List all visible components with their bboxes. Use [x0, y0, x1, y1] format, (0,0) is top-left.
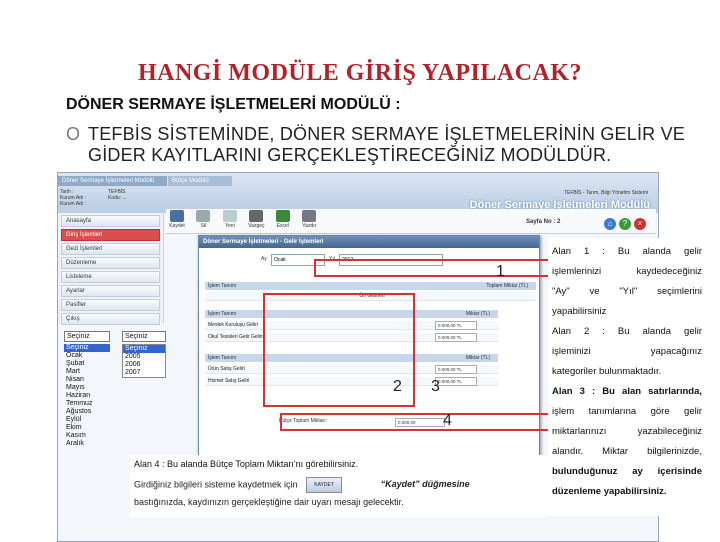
excel-icon	[275, 210, 290, 222]
close-icon[interactable]: ×	[634, 218, 646, 230]
zone-1-number: 1	[496, 263, 505, 280]
month-option[interactable]: Aralık	[64, 440, 110, 448]
new-icon	[222, 210, 237, 222]
print-button[interactable]: Yazdır	[300, 210, 318, 230]
cancel-button[interactable]: Vazgeç	[247, 210, 265, 230]
year-select[interactable]: Seçiniz Seçiniz 2005 2006 2007	[122, 331, 166, 378]
zone-4-highlight	[280, 413, 550, 431]
month-option[interactable]: Temmuz	[64, 400, 110, 408]
amount-input[interactable]: 0.000,00 TL	[435, 333, 477, 342]
month-option[interactable]: Ekim	[64, 424, 110, 432]
delete-button[interactable]: Sil	[194, 210, 212, 230]
year-options-list: Seçiniz 2005 2006 2007	[122, 344, 166, 378]
app-header: Döner Sermaye İşletmeleri Modülü Bütçe M…	[58, 173, 658, 213]
explanation-line: bulunduğunuz ay içerisinde	[552, 466, 702, 477]
form-title: Döner Sermaye İşletmeleri - Gelir İşleml…	[199, 236, 539, 248]
category-grid-header: İşlem Tanımı Toplam Miktar (TL)	[205, 282, 536, 290]
user-info-labels: Tarih : Kurum Adı : Kurum Adı :	[60, 189, 87, 207]
month-option[interactable]: Mayıs	[64, 384, 110, 392]
delete-icon	[196, 210, 211, 222]
cancel-icon	[249, 210, 264, 222]
kaydet-icon: KAYDET	[306, 477, 343, 493]
explanation-line: kategoriler bulunmaktadır.	[552, 366, 662, 377]
sidebar-item-listeleme[interactable]: Listeleme	[61, 271, 160, 283]
caption-line-3: bastığınızda, kaydınızın gerçekleştiğine…	[134, 497, 404, 507]
month-option[interactable]: Kasım	[64, 432, 110, 440]
tab-butce[interactable]: Bütçe Modülü	[168, 176, 232, 186]
year-option[interactable]: 2006	[123, 361, 165, 369]
sidebar-item-gezi-islemleri[interactable]: Gezi İşlemleri	[61, 243, 160, 255]
explanation-panel: Alan 1 : Bu alanda gelir işlemlerinizi k…	[548, 238, 710, 516]
caption-box: Alan 4 : Bu alanda Bütçe Toplam Miktarı'…	[130, 455, 548, 517]
year-option[interactable]: 2007	[123, 369, 165, 377]
explanation-line: yapabilirsiniz	[552, 306, 607, 317]
explanation-line: Alan 3 : Bu alan satırlarında,	[552, 386, 702, 397]
save-button[interactable]: Kaydet	[168, 210, 186, 230]
explanation-line: düzenleme yapabilirsiniz.	[552, 486, 667, 497]
sidebar-item-anasayfa[interactable]: Anasayfa	[61, 215, 160, 227]
excel-button[interactable]: Excel	[274, 210, 292, 230]
save-icon	[170, 210, 184, 222]
new-button[interactable]: Yeni	[221, 210, 239, 230]
bullet-text: TEFBİS SİSTEMİNDE, DÖNER SERMAYE İŞLETME…	[88, 124, 685, 165]
sidebar-item-ayarlar[interactable]: Ayarlar	[61, 285, 160, 297]
explanation-line: Alan 2 : Bu alanda gelir	[552, 326, 702, 337]
year-select-value[interactable]: Seçiniz	[122, 331, 166, 342]
month-option[interactable]: Seçiniz	[64, 344, 110, 352]
toolbar: Kaydet Sil Yeni Vazgeç Excel Yazdır Sayf…	[166, 209, 656, 234]
explanation-line: alandır. Miktar bilgilerinizde,	[552, 446, 702, 457]
page-number: Sayfa No : 2	[526, 219, 561, 225]
explanation-line: "Ay" ve "Yıl" seçimlerini	[552, 286, 702, 297]
explanation-line: işlem tanımlarına göre gelir	[552, 406, 702, 417]
explanation-line: miktarlarınızı yazabileceğiniz	[552, 426, 702, 437]
sidebar-menu: Anasayfa Giriş İşlemleri Gezi İşlemleri …	[58, 213, 164, 325]
sidebar-item-giris-islemleri[interactable]: Giriş İşlemleri	[61, 229, 160, 241]
bullet-marker: O	[66, 124, 81, 144]
caption-line-2: Girdiğiniz bilgileri sisteme kaydetmek i…	[134, 477, 544, 493]
month-option[interactable]: Ocak	[64, 352, 110, 360]
explanation-line: işlemlerinizi kaydedeceğiniz	[552, 266, 702, 277]
explanation-line: Alan 1 : Bu alanda gelir	[552, 246, 702, 257]
sidebar-item-cikis[interactable]: Çıkış	[61, 313, 160, 325]
month-option[interactable]: Şubat	[64, 360, 110, 368]
month-option[interactable]: Mart	[64, 368, 110, 376]
user-info-values: TEFBİS Kodu: ...	[108, 189, 127, 201]
year-option[interactable]: Seçiniz	[123, 345, 165, 353]
zone-1-highlight	[314, 259, 556, 277]
help-icon[interactable]: ?	[619, 218, 631, 230]
zone-3-number: 3	[431, 378, 440, 395]
month-option[interactable]: Ağustos	[64, 408, 110, 416]
zone-4-number: 4	[443, 412, 452, 429]
section-heading: DÖNER SERMAYE İŞLETMELERİ MODÜLÜ :	[66, 96, 401, 113]
amount-input[interactable]: 0.000,00 TL	[435, 321, 477, 330]
amount-input[interactable]: 0.000,00 TL	[435, 377, 477, 386]
month-option[interactable]: Eylül	[64, 416, 110, 424]
print-icon	[302, 210, 317, 222]
home-icon[interactable]: ⌂	[604, 218, 616, 230]
amount-input[interactable]: 0.000,00 TL	[435, 365, 477, 374]
month-select-value[interactable]: Seçiniz	[64, 331, 110, 342]
explanation-line: işleminizi yapacağınız	[552, 346, 702, 357]
sidebar-item-duzenleme[interactable]: Düzenleme	[61, 257, 160, 269]
window-controls: ⌂? ×	[601, 213, 646, 231]
brand-subtitle: TEFBİS - Tarım, Bilgi Yönetim Sistemi	[563, 190, 648, 196]
year-option[interactable]: 2005	[123, 353, 165, 361]
sidebar-item-pasifler[interactable]: Pasifler	[61, 299, 160, 311]
caption-line-1: Alan 4 : Bu alanda Bütçe Toplam Miktarı'…	[134, 459, 359, 469]
month-select[interactable]: Seçiniz Seçiniz Ocak Şubat Mart Nisan Ma…	[64, 331, 110, 448]
month-label: Ay	[261, 256, 267, 262]
month-option[interactable]: Nisan	[64, 376, 110, 384]
slide-title: HANGİ MODÜLE GİRİŞ YAPILACAK?	[137, 60, 583, 86]
tab-doner-sermaye[interactable]: Döner Sermaye İşletmeleri Modülü	[58, 176, 167, 186]
zone-2-number: 2	[393, 378, 402, 395]
month-option[interactable]: Haziran	[64, 392, 110, 400]
